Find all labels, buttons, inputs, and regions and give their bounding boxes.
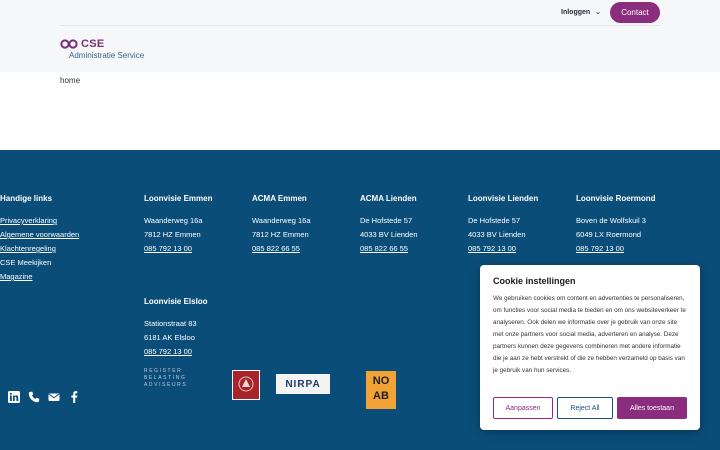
office-phone-link[interactable]: 085 792 13 00 xyxy=(468,242,538,256)
footer-link-terms[interactable]: Algemene voorwaarden xyxy=(0,228,79,242)
office-title: Loonvisie Lienden xyxy=(468,194,539,203)
office-acma-lienden: ACMA Lienden De Hofstede 57 4033 BV Lien… xyxy=(360,192,418,256)
office-title: ACMA Emmen xyxy=(252,194,307,203)
office-street: Stationstraat 83 xyxy=(144,319,197,328)
office-loonvisie-elsloo: Loonvisie Elsloo Stationstraat 83 6181 A… xyxy=(144,295,208,359)
footer-link-magazine[interactable]: Magazine xyxy=(0,270,79,284)
office-city: 6049 LX Roermond xyxy=(576,230,642,239)
office-title: Loonvisie Elsloo xyxy=(144,297,208,306)
cookie-reject-button[interactable]: Reject All xyxy=(557,397,613,419)
office-phone-link[interactable]: 085 792 13 00 xyxy=(144,242,212,256)
logo-subtitle: Administratie Service xyxy=(69,51,145,60)
social-links xyxy=(8,391,80,403)
breadcrumb[interactable]: home xyxy=(60,76,80,85)
office-title: ACMA Lienden xyxy=(360,194,417,203)
facebook-icon[interactable] xyxy=(68,391,80,403)
cookie-description: We gebruiken cookies om content en adver… xyxy=(493,295,686,374)
office-loonvisie-emmen: Loonvisie Emmen Waanderweg 16a 7812 HZ E… xyxy=(144,192,212,256)
office-city: 4033 BV Lienden xyxy=(360,230,418,239)
footer-link-privacy[interactable]: Privacyverklaring xyxy=(0,214,79,228)
register-belastingadviseurs-logo: REGISTER BELASTING ADVISEURS xyxy=(144,368,188,388)
linkedin-icon[interactable] xyxy=(8,391,20,403)
logo-infinity-icon xyxy=(60,39,78,49)
office-phone-link[interactable]: 085 822 66 55 xyxy=(360,242,418,256)
chevron-down-icon: ⌄ xyxy=(595,9,602,16)
cookie-adjust-button[interactable]: Aanpassen xyxy=(493,397,553,419)
cookie-buttons: Aanpassen Reject All Alles toestaan xyxy=(493,397,687,419)
office-loonvisie-lienden: Loonvisie Lienden De Hofstede 57 4033 BV… xyxy=(468,192,538,256)
cookie-consent-dialog: Cookie instellingen We gebruiken cookies… xyxy=(480,265,700,430)
office-city: 7812 HZ Emmen xyxy=(252,230,309,239)
contact-button[interactable]: Contact xyxy=(610,2,660,23)
office-city: 7812 HZ Emmen xyxy=(144,230,201,239)
login-label: Inloggen xyxy=(561,8,591,16)
office-acma-emmen: ACMA Emmen Waanderweg 16a 7812 HZ Emmen … xyxy=(252,192,311,256)
office-street: Waanderweg 16a xyxy=(252,216,311,225)
footer-column-title: Handige links xyxy=(0,194,53,203)
office-street: De Hofstede 57 xyxy=(468,216,521,225)
noab-logo: NO AB xyxy=(366,371,396,409)
cookie-accept-button[interactable]: Alles toestaan xyxy=(617,397,687,419)
office-street: Waanderweg 16a xyxy=(144,216,203,225)
office-street: De Hofstede 57 xyxy=(360,216,413,225)
office-street: Boven de Wolfskuil 3 xyxy=(576,216,646,225)
cookie-title: Cookie instellingen xyxy=(493,276,576,286)
office-phone-link[interactable]: 085 792 13 00 xyxy=(576,242,656,256)
office-city: 6181 AK Elsloo xyxy=(144,333,195,342)
office-loonvisie-roermond: Loonvisie Roermond Boven de Wolfskuil 3 … xyxy=(576,192,656,256)
footer-link-complaints[interactable]: Klachtenregeling xyxy=(0,242,79,256)
logo-name: CSE xyxy=(81,38,105,50)
phone-icon[interactable] xyxy=(28,391,40,403)
nob-seal-logo xyxy=(232,370,260,400)
office-phone-link[interactable]: 085 822 66 55 xyxy=(252,242,311,256)
footer-handy-links: Handige links Privacyverklaring Algemene… xyxy=(0,192,79,284)
header-divider xyxy=(60,25,660,26)
footer-link-meekijken[interactable]: CSE Meekijken xyxy=(0,256,79,270)
login-menu[interactable]: Inloggen ⌄ xyxy=(561,8,602,17)
office-phone-link[interactable]: 085 792 13 00 xyxy=(144,345,208,359)
site-header: Inloggen ⌄ Contact CSE Administratie Ser… xyxy=(0,0,720,72)
office-title: Loonvisie Roermond xyxy=(576,194,656,203)
office-city: 4033 BV Lienden xyxy=(468,230,526,239)
nirpa-logo: NIRPA xyxy=(276,374,330,394)
mail-icon[interactable] xyxy=(48,391,60,403)
office-title: Loonvisie Emmen xyxy=(144,194,213,203)
